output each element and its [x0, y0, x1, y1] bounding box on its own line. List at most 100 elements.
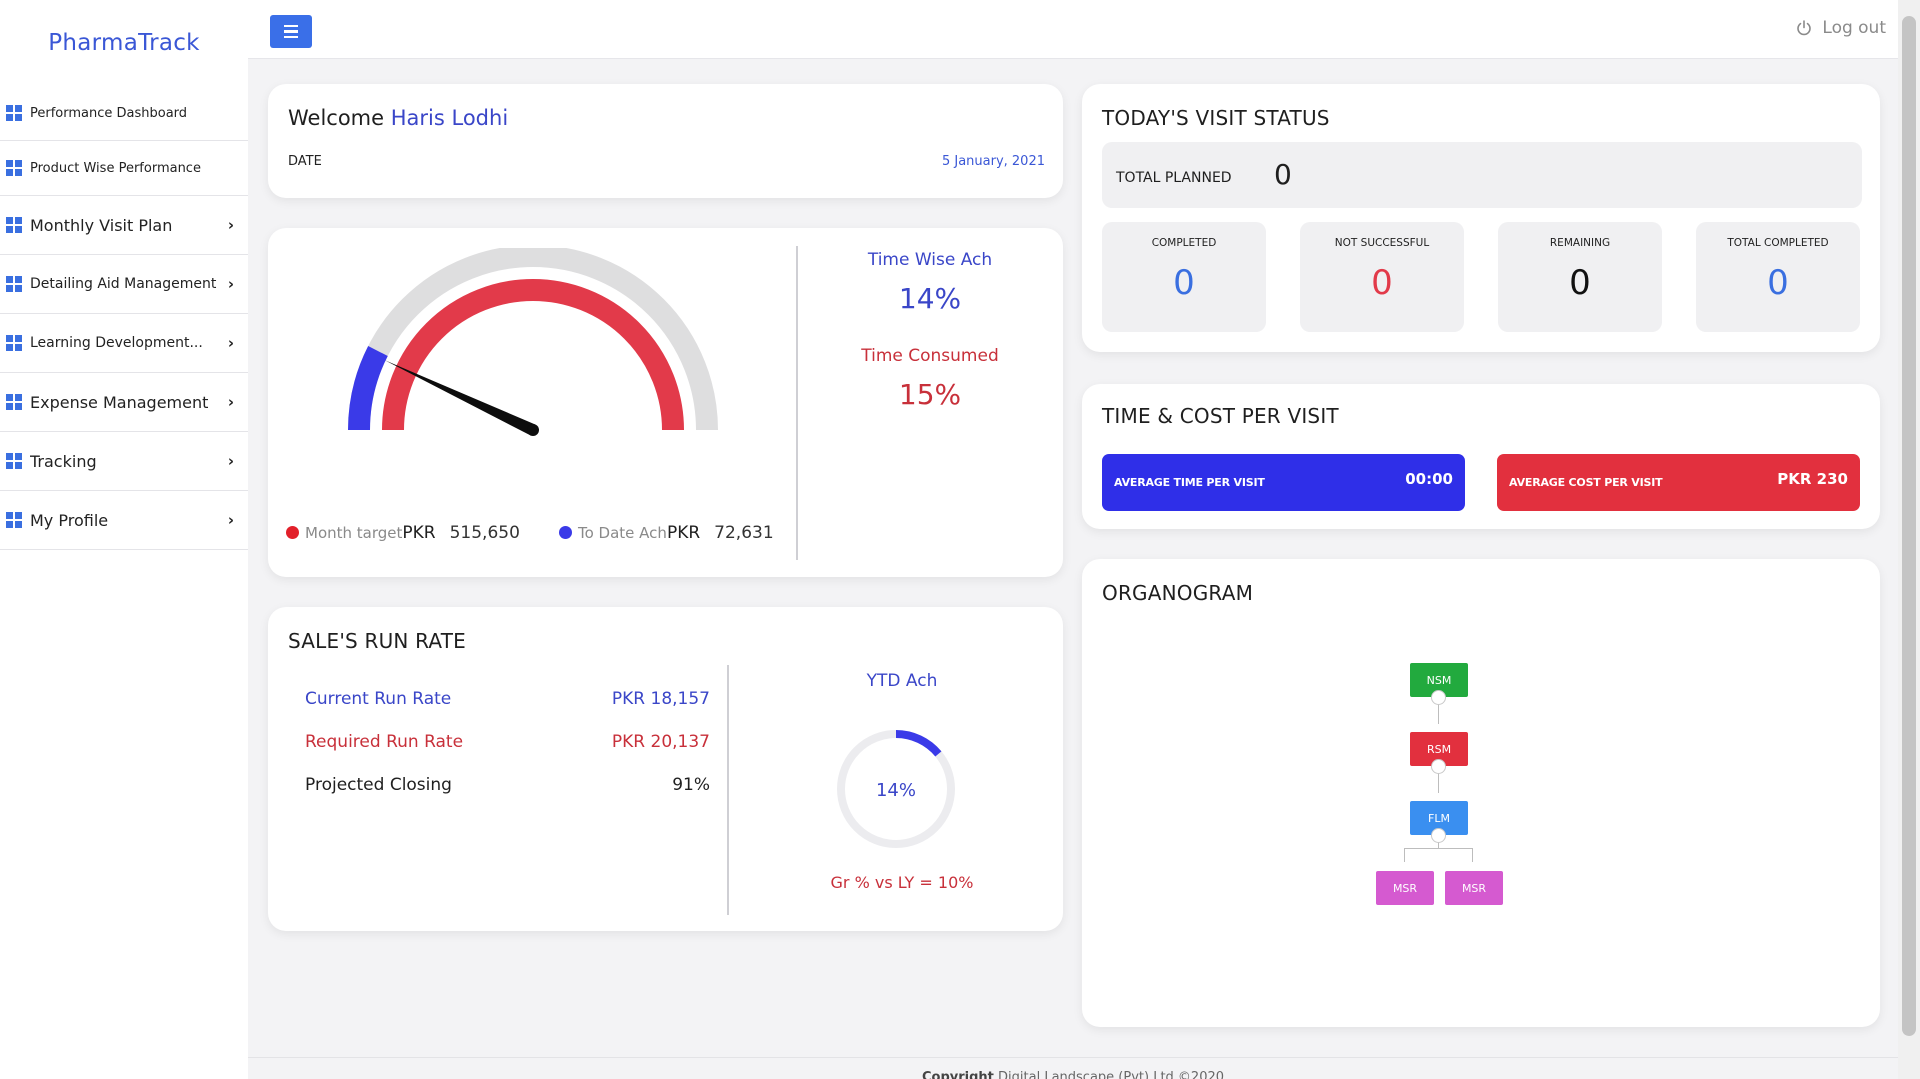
grid-icon	[6, 105, 22, 121]
org-node-msr[interactable]: MSR	[1445, 871, 1503, 905]
time-cost-card: TIME & COST PER VISIT AVERAGE TIME PER V…	[1082, 384, 1880, 529]
row-label: Required Run Rate	[305, 732, 464, 752]
sidebar-item-detailing-aid-management[interactable]: Detailing Aid Management ›	[0, 255, 248, 314]
red-dot-icon	[286, 526, 299, 539]
divider	[796, 246, 798, 560]
org-node-msr[interactable]: MSR	[1376, 871, 1434, 905]
stat-label: NOT SUCCESSFUL	[1334, 237, 1430, 249]
gauge-needle-hub	[527, 424, 539, 436]
hamburger-icon-bar	[284, 24, 298, 28]
power-icon	[1797, 20, 1812, 36]
grid-icon	[6, 217, 22, 233]
org-expand-toggle[interactable]	[1431, 690, 1446, 705]
grid-icon	[6, 453, 22, 469]
sidebar-item-label: Performance Dashboard	[30, 105, 188, 121]
blue-dot-icon	[559, 526, 572, 539]
row-value: PKR 18,157	[611, 689, 710, 709]
menu-toggle-button[interactable]	[270, 15, 312, 48]
legend-currency: PKR	[666, 523, 701, 543]
visit-status-title: TODAY'S VISIT STATUS	[1102, 106, 1330, 130]
date-label: DATE	[288, 154, 322, 169]
legend-label: To Date Ach	[578, 524, 667, 542]
sidebar-item-label: Detailing Aid Management	[30, 276, 217, 292]
stat-value: 0	[1371, 263, 1393, 303]
stat-completed: COMPLETED 0	[1102, 222, 1266, 332]
run-rate-title: SALE'S RUN RATE	[288, 629, 466, 653]
vertical-scrollbar[interactable]	[1898, 0, 1920, 1079]
grid-icon	[6, 512, 22, 528]
welcome-heading: Welcome Haris Lodhi	[288, 106, 508, 130]
chevron-right-icon: ›	[227, 511, 235, 529]
legend-value: 72,631	[714, 523, 774, 543]
time-wise-ach-label: Time Wise Ach	[867, 250, 993, 270]
time-consumed-label: Time Consumed	[861, 346, 999, 366]
chevron-right-icon: ›	[227, 334, 235, 352]
gauge-achieved-arc	[348, 346, 388, 431]
sidebar-item-my-profile[interactable]: My Profile ›	[0, 491, 248, 550]
total-planned-value: 0	[1274, 158, 1292, 191]
sidebar-item-label: Tracking	[30, 451, 97, 471]
row-value: PKR 20,137	[611, 732, 710, 752]
stat-value: 0	[1173, 263, 1195, 303]
sidebar-item-label: My Profile	[30, 510, 109, 530]
grid-icon	[6, 160, 22, 176]
total-planned-box: TOTAL PLANNED 0	[1102, 142, 1862, 208]
time-consumed-value: 15%	[898, 378, 962, 411]
sidebar-item-label: Monthly Visit Plan	[30, 215, 173, 235]
avg-time-label: AVERAGE TIME PER VISIT	[1114, 476, 1265, 489]
date-value: 5 January, 2021	[941, 154, 1045, 169]
divider	[727, 665, 729, 915]
stat-value: 0	[1767, 263, 1789, 303]
grid-icon	[6, 394, 22, 410]
legend-label: Month target	[305, 524, 403, 542]
avg-time-per-visit: AVERAGE TIME PER VISIT 00:00	[1102, 454, 1465, 511]
chevron-right-icon: ›	[227, 216, 235, 234]
brand-logo[interactable]: PharmaTrack	[0, 0, 248, 86]
logout-button[interactable]: Log out	[1796, 18, 1886, 38]
avg-cost-value: PKR 230	[1777, 469, 1848, 488]
projected-closing-row: Projected Closing 91%	[305, 775, 710, 795]
organogram-title: ORGANOGRAM	[1102, 581, 1254, 605]
copyright-prefix: Copyright	[921, 1070, 994, 1079]
time-wise-ach: Time Wise Ach 14%	[830, 250, 1030, 315]
target-gauge-card: Month target PKR 515,650 To Date Ach PKR…	[268, 228, 1063, 577]
speed-gauge	[348, 248, 718, 436]
sidebar: PharmaTrack Performance Dashboard Produc…	[0, 0, 248, 1079]
legend-value: 515,650	[449, 523, 520, 543]
legend-to-date-ach: To Date Ach PKR 72,631	[559, 523, 774, 543]
ytd-donut: 14%	[837, 730, 955, 848]
stat-label: COMPLETED	[1151, 237, 1217, 249]
sidebar-item-expense-management[interactable]: Expense Management ›	[0, 373, 248, 432]
required-run-rate-row: Required Run Rate PKR 20,137	[305, 732, 710, 752]
org-expand-toggle[interactable]	[1431, 828, 1446, 843]
sidebar-nav: Performance Dashboard Product Wise Perfo…	[0, 86, 248, 550]
org-connector	[1404, 848, 1473, 849]
donut-progress-arc	[895, 730, 942, 757]
sidebar-item-product-wise-performance[interactable]: Product Wise Performance	[0, 141, 248, 196]
org-connector	[1404, 848, 1405, 862]
grid-icon	[6, 276, 22, 292]
logout-label: Log out	[1822, 18, 1886, 38]
scrollbar-thumb[interactable]	[1902, 16, 1916, 1036]
sidebar-item-tracking[interactable]: Tracking ›	[0, 432, 248, 491]
sidebar-item-performance-dashboard[interactable]: Performance Dashboard	[0, 86, 248, 141]
sidebar-item-monthly-visit-plan[interactable]: Monthly Visit Plan ›	[0, 196, 248, 255]
visit-status-card: TODAY'S VISIT STATUS TOTAL PLANNED 0 COM…	[1082, 84, 1880, 352]
chevron-right-icon: ›	[227, 452, 235, 470]
hamburger-icon-bar	[284, 35, 298, 39]
time-wise-ach-value: 14%	[898, 282, 962, 315]
ytd-value: 14%	[876, 780, 916, 801]
row-label: Projected Closing	[305, 775, 452, 795]
copyright-body: Digital Landscape (Pvt) Ltd ©2020	[998, 1070, 1225, 1079]
org-expand-toggle[interactable]	[1431, 759, 1446, 774]
copyright-text: Copyright Digital Landscape (Pvt) Ltd ©2…	[248, 1070, 1898, 1079]
stat-total-completed: TOTAL COMPLETED 0	[1696, 222, 1860, 332]
stat-label: TOTAL COMPLETED	[1727, 237, 1829, 249]
row-label: Current Run Rate	[305, 689, 452, 709]
sidebar-item-learning-development[interactable]: Learning Development... ›	[0, 314, 248, 373]
gauge-target-arc	[382, 279, 684, 431]
sidebar-item-label: Expense Management	[30, 392, 209, 412]
organogram-card: ORGANOGRAM NSM RSM FLM MSR MSR	[1082, 559, 1880, 1027]
user-name: Haris Lodhi	[390, 106, 509, 130]
ytd-ach-label: YTD Ach	[866, 671, 938, 691]
